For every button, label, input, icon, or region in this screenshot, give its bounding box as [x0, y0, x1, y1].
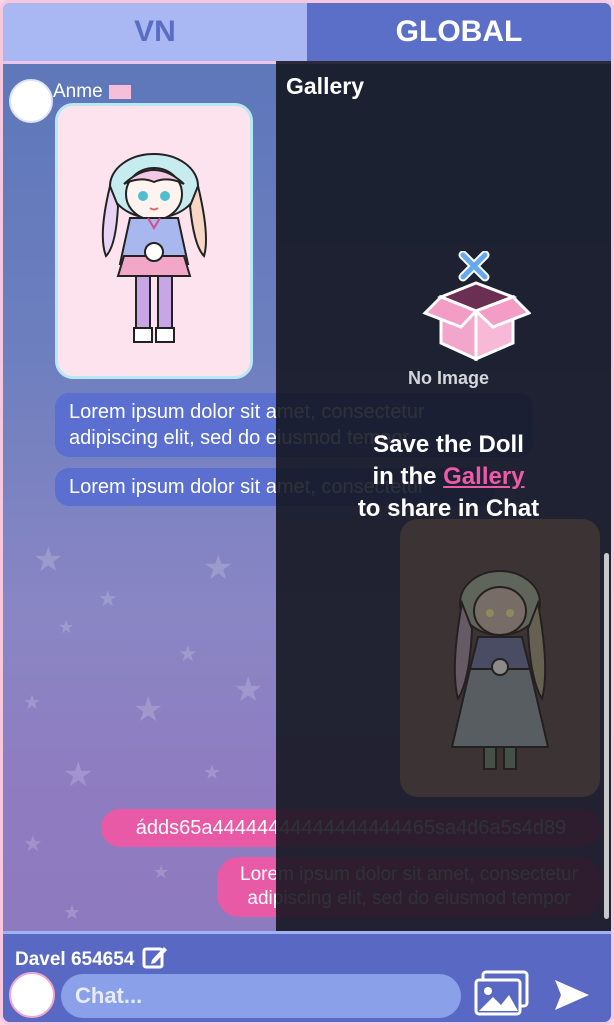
save-line-2-prefix: in the — [372, 463, 444, 490]
flag-icon — [108, 85, 131, 99]
close-x-icon — [458, 251, 490, 282]
empty-box-icon — [421, 251, 531, 363]
save-line-1: Save the Doll — [373, 431, 524, 458]
save-instructions: Save the Doll in the Gallery to share in… — [276, 429, 611, 525]
current-username: Davel 654654 — [15, 949, 135, 970]
chat-screen: VN GLOBAL ★ ★ ★ ★ ★ ★ ★ ★ ★ ★ ★ ★ ★ Anme — [0, 0, 614, 1025]
tab-vn[interactable]: VN — [3, 3, 307, 61]
gallery-title: Gallery — [286, 73, 364, 99]
send-icon[interactable] — [553, 978, 591, 1012]
gallery-scrollbar[interactable] — [604, 553, 609, 919]
tab-global[interactable]: GLOBAL — [307, 3, 611, 61]
gallery-link[interactable]: Gallery — [443, 463, 524, 490]
my-avatar[interactable] — [9, 972, 55, 1018]
gallery-icon[interactable] — [473, 970, 531, 1018]
avatar[interactable] — [9, 79, 53, 123]
username-label: Anme — [53, 81, 103, 102]
message-username: Anme — [53, 81, 131, 103]
chat-input-bar: Davel 654654 — [3, 931, 611, 1022]
tab-bar: VN GLOBAL — [3, 3, 611, 64]
gallery-panel: Gallery No Image Save the Doll in the Ga… — [276, 61, 611, 931]
chat-input[interactable] — [61, 974, 461, 1018]
doll-image-card[interactable] — [400, 519, 600, 797]
doll-figure — [101, 153, 207, 343]
save-line-2: in the Gallery — [276, 461, 611, 493]
edit-icon[interactable] — [142, 944, 168, 976]
doll-image-card[interactable] — [55, 103, 253, 379]
current-user: Davel 654654 — [15, 944, 168, 976]
doll-figure — [450, 570, 550, 770]
no-image-label: No Image — [407, 368, 490, 388]
